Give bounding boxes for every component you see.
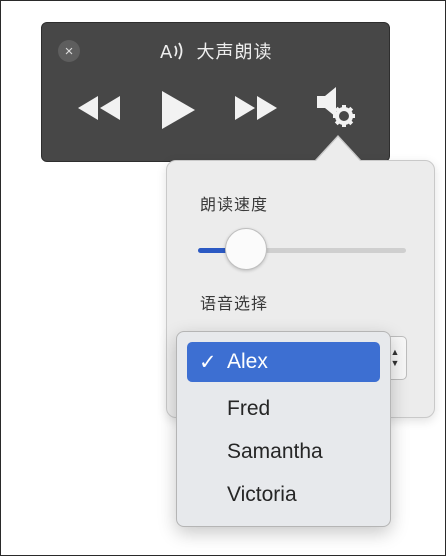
checkmark-icon: ✓ [199, 350, 217, 374]
voice-menu-item-fred[interactable]: Fred [187, 389, 380, 429]
voice-menu-item-label: Victoria [227, 483, 297, 506]
chevron-down-icon: ▼ [390, 358, 400, 368]
play-button[interactable] [156, 87, 200, 133]
speed-slider-thumb[interactable] [224, 228, 267, 270]
voice-label: 语音选择 [200, 294, 269, 313]
speak-aloud-icon: A [159, 39, 189, 63]
voice-menu-item-samantha[interactable]: Samantha [187, 432, 380, 472]
voice-settings-button[interactable] [314, 85, 362, 131]
fast-forward-button[interactable] [232, 87, 280, 129]
window-title: 大声朗读 [196, 42, 273, 63]
rewind-icon [78, 96, 120, 120]
popover-arrow [316, 137, 360, 161]
fast-forward-icon [235, 96, 277, 120]
voice-menu-item-label: Alex [227, 350, 268, 373]
play-icon [162, 91, 195, 129]
rewind-button[interactable] [75, 87, 123, 129]
voice-menu-item-victoria[interactable]: Victoria [187, 475, 380, 515]
voice-menu: ✓ Alex Fred Samantha Victoria [176, 331, 391, 527]
chevron-up-icon: ▲ [390, 347, 400, 357]
voice-menu-item-label: Samantha [227, 440, 323, 463]
voice-menu-item-alex[interactable]: ✓ Alex [187, 342, 380, 382]
title-area: A 大声朗读 [42, 37, 389, 65]
speaker-gear-icon [317, 87, 355, 127]
svg-text:A: A [160, 42, 173, 63]
speed-label: 朗读速度 [200, 195, 269, 214]
voice-menu-item-label: Fred [227, 397, 271, 420]
